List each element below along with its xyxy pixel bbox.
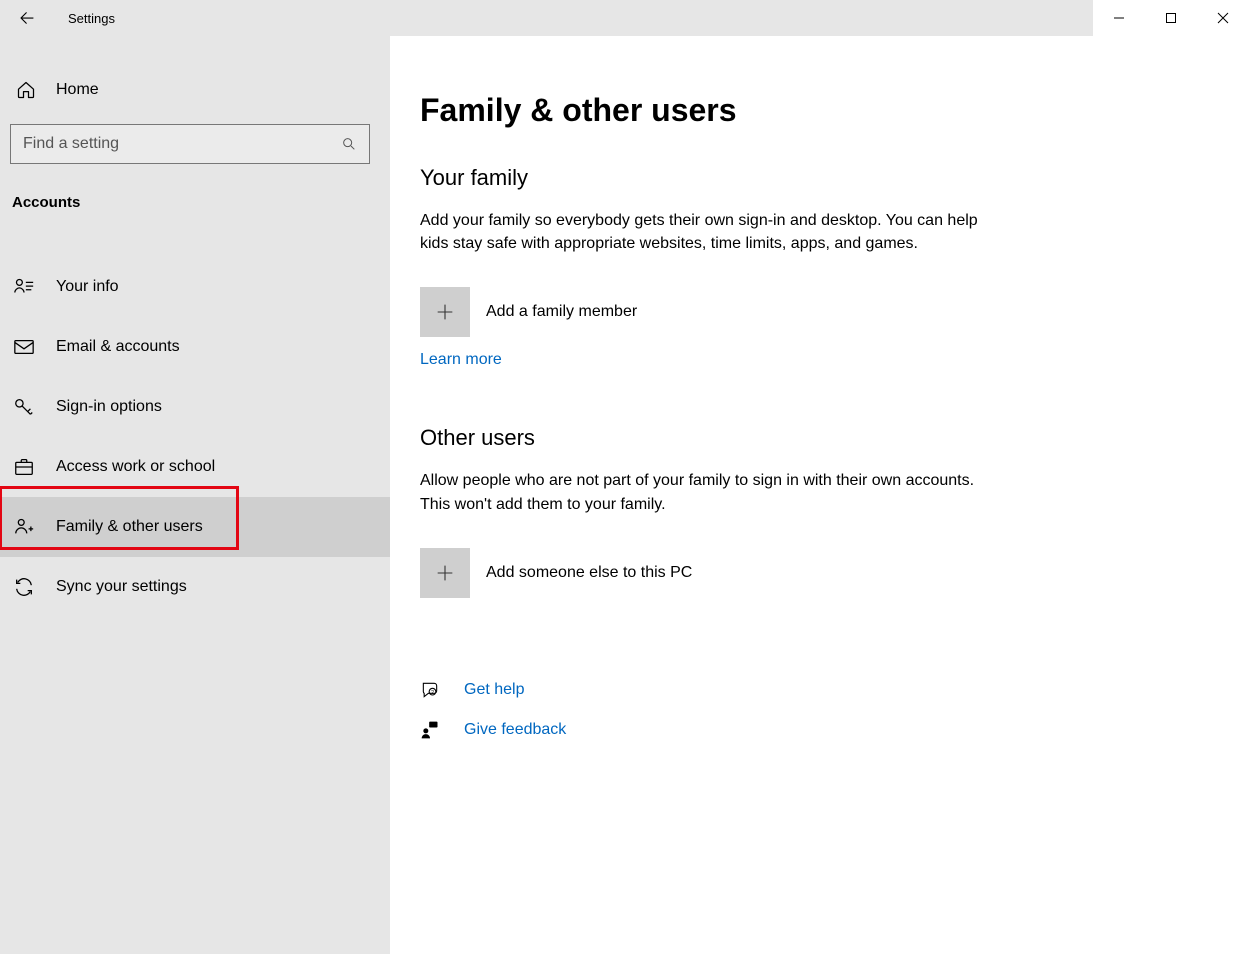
other-users-heading: Other users bbox=[420, 425, 1219, 451]
maximize-button[interactable] bbox=[1145, 0, 1197, 36]
home-icon bbox=[16, 80, 36, 100]
give-feedback-label: Give feedback bbox=[464, 721, 566, 739]
minimize-icon bbox=[1113, 12, 1125, 24]
sidebar-item-label: Access work or school bbox=[56, 458, 215, 476]
main-content: Family & other users Your family Add you… bbox=[390, 36, 1249, 954]
minimize-button[interactable] bbox=[1093, 0, 1145, 36]
give-feedback-link[interactable]: Give feedback bbox=[420, 712, 1219, 748]
sidebar-home-label: Home bbox=[56, 81, 99, 99]
add-family-member-label: Add a family member bbox=[486, 303, 637, 321]
sidebar-item-your-info[interactable]: Your info bbox=[0, 257, 390, 317]
close-icon bbox=[1217, 12, 1229, 24]
sidebar-item-access-work-school[interactable]: Access work or school bbox=[0, 437, 390, 497]
your-family-description: Add your family so everybody gets their … bbox=[420, 209, 980, 255]
key-icon bbox=[12, 396, 36, 418]
learn-more-link[interactable]: Learn more bbox=[420, 351, 1219, 369]
back-button[interactable] bbox=[18, 9, 44, 27]
sidebar-item-label: Family & other users bbox=[56, 518, 203, 536]
svg-text:?: ? bbox=[431, 690, 434, 696]
sidebar-item-sign-in-options[interactable]: Sign-in options bbox=[0, 377, 390, 437]
sidebar-item-label: Sign-in options bbox=[56, 398, 162, 416]
sidebar-item-label: Email & accounts bbox=[56, 338, 180, 356]
titlebar: Settings bbox=[0, 0, 1249, 36]
search-icon bbox=[341, 136, 357, 152]
feedback-person-icon bbox=[420, 720, 440, 740]
chat-question-icon: ? bbox=[420, 680, 440, 700]
search-placeholder: Find a setting bbox=[23, 135, 341, 153]
sync-icon bbox=[12, 576, 36, 598]
get-help-link[interactable]: ? Get help bbox=[420, 672, 1219, 708]
mail-icon bbox=[12, 336, 36, 358]
page-title: Family & other users bbox=[420, 92, 1219, 129]
search-input[interactable]: Find a setting bbox=[10, 124, 370, 164]
plus-icon bbox=[420, 548, 470, 598]
sidebar-item-sync-settings[interactable]: Sync your settings bbox=[0, 557, 390, 617]
briefcase-icon bbox=[12, 456, 36, 478]
back-arrow-icon bbox=[18, 9, 36, 27]
your-family-heading: Your family bbox=[420, 165, 1219, 191]
add-family-member-button[interactable]: Add a family member bbox=[420, 287, 1219, 337]
sidebar-item-label: Your info bbox=[56, 278, 119, 296]
sidebar-item-email-accounts[interactable]: Email & accounts bbox=[0, 317, 390, 377]
sidebar-item-family-other-users[interactable]: Family & other users bbox=[0, 497, 390, 557]
plus-icon bbox=[420, 287, 470, 337]
people-plus-icon bbox=[12, 516, 36, 538]
window-title: Settings bbox=[68, 11, 115, 26]
sidebar-item-label: Sync your settings bbox=[56, 578, 187, 596]
close-button[interactable] bbox=[1197, 0, 1249, 36]
sidebar-home[interactable]: Home bbox=[0, 66, 390, 114]
get-help-label: Get help bbox=[464, 681, 524, 699]
add-other-user-label: Add someone else to this PC bbox=[486, 564, 692, 582]
sidebar: Home Find a setting Accounts Your info bbox=[0, 36, 390, 954]
sidebar-section-label: Accounts bbox=[0, 182, 390, 227]
other-users-description: Allow people who are not part of your fa… bbox=[420, 469, 980, 515]
add-other-user-button[interactable]: Add someone else to this PC bbox=[420, 548, 1219, 598]
person-list-icon bbox=[12, 276, 36, 298]
maximize-icon bbox=[1165, 12, 1177, 24]
